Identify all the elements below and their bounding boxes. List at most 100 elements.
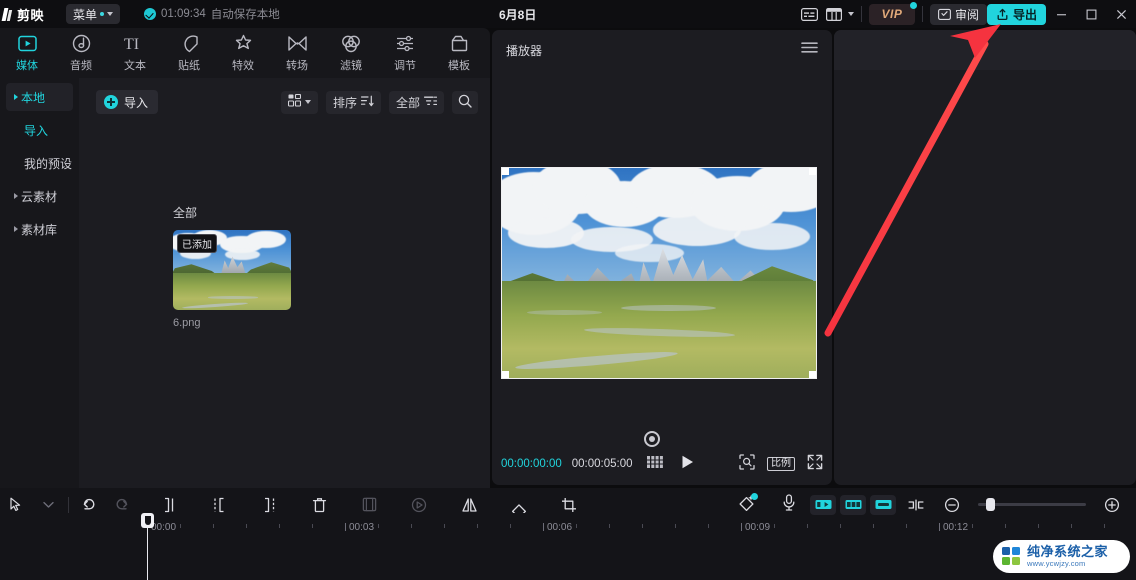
mirror-icon[interactable] xyxy=(453,488,485,521)
ruler-label: 00:12 xyxy=(943,522,969,533)
zoom-in-icon[interactable] xyxy=(1096,488,1128,521)
tab-effects[interactable]: 特效 xyxy=(216,28,270,78)
app-logo: 剪映 xyxy=(0,5,62,24)
filter-button[interactable]: 全部 xyxy=(388,90,444,114)
minimize-button[interactable] xyxy=(1046,0,1076,28)
menu-button[interactable]: 菜单 xyxy=(66,4,121,24)
resize-handle-tr[interactable] xyxy=(809,168,816,175)
chevron-down-icon[interactable] xyxy=(32,488,64,521)
resize-handle-br[interactable] xyxy=(809,371,816,378)
auto-caption-icon[interactable] xyxy=(738,492,758,516)
preview-canvas[interactable] xyxy=(501,167,817,379)
microphone-icon[interactable] xyxy=(782,493,796,516)
app-name: 剪映 xyxy=(17,7,45,23)
export-label: 导出 xyxy=(1012,7,1037,22)
play-icon[interactable] xyxy=(681,455,694,474)
trim-start-icon[interactable] xyxy=(203,488,235,521)
ratio-button[interactable]: 比例 xyxy=(767,457,795,471)
tab-filter[interactable]: 滤镜 xyxy=(324,28,378,78)
watermark-url: www.ycwjzy.com xyxy=(1027,559,1086,569)
media-item[interactable]: 已添加 6.png xyxy=(173,230,291,329)
delete-icon[interactable] xyxy=(303,488,335,521)
filter-icon xyxy=(423,95,438,110)
playhead[interactable] xyxy=(141,513,154,580)
right-panel-header xyxy=(834,30,1136,70)
app-logo-icon xyxy=(2,8,13,21)
layout-icon[interactable] xyxy=(822,4,846,24)
crop-frame-icon[interactable] xyxy=(353,488,385,521)
grid-view-button[interactable] xyxy=(280,90,318,114)
media-thumbnail[interactable]: 已添加 xyxy=(173,230,291,310)
tab-label: 文本 xyxy=(124,59,146,72)
player-controls: 00:00:00:00 00:00:05:00 比例 xyxy=(492,451,832,477)
tab-media[interactable]: 媒体 xyxy=(0,28,54,78)
tab-label: 音频 xyxy=(70,59,92,72)
watermark-logo-icon xyxy=(1002,546,1022,567)
tab-text[interactable]: TI 文本 xyxy=(108,28,162,78)
review-button[interactable]: 审阅 xyxy=(929,3,987,25)
sidebar-item-local[interactable]: 本地 xyxy=(6,83,73,111)
resize-handle-bl[interactable] xyxy=(502,371,509,378)
zoom-slider-handle[interactable] xyxy=(986,498,995,511)
resize-handle-tl[interactable] xyxy=(502,168,509,175)
tab-template[interactable]: 模板 xyxy=(432,28,486,78)
keyframe-out-icon[interactable] xyxy=(870,494,896,515)
autosave-label: 自动保存本地 xyxy=(210,9,280,21)
tab-sticker[interactable]: 贴纸 xyxy=(162,28,216,78)
maximize-button[interactable] xyxy=(1076,0,1106,28)
import-button[interactable]: 导入 xyxy=(96,90,159,114)
cursor-icon[interactable] xyxy=(0,488,32,521)
frames-icon[interactable] xyxy=(646,455,663,473)
fullscreen-icon[interactable] xyxy=(807,454,823,475)
ruler-label: 00:00 xyxy=(151,522,177,533)
autosave-time: 01:09:34 xyxy=(161,8,206,20)
grid-view-icon xyxy=(287,93,302,110)
preview-image xyxy=(502,168,816,378)
search-icon xyxy=(458,94,472,111)
sidebar-item-asset-library[interactable]: 素材库 xyxy=(6,215,73,243)
template-icon xyxy=(450,34,469,54)
focus-icon[interactable] xyxy=(739,453,755,475)
crop-icon[interactable] xyxy=(553,488,585,521)
sidebar-item-my-presets[interactable]: 我的预设 xyxy=(6,149,73,177)
undo-icon[interactable] xyxy=(73,488,105,521)
tab-adjust[interactable]: 调节 xyxy=(378,28,432,78)
timeline-ruler[interactable]: 00:00 00:03 00:06 00:09 00:12 xyxy=(0,521,1136,543)
new-feature-dot xyxy=(751,492,758,500)
tab-label: 调节 xyxy=(394,59,416,72)
divider xyxy=(68,496,69,513)
keyframe-mid-icon[interactable] xyxy=(840,494,866,515)
snap-icon[interactable] xyxy=(900,488,932,521)
layout-chevron-down-icon[interactable] xyxy=(847,12,854,16)
tab-label: 滤镜 xyxy=(340,59,362,72)
playhead-handle[interactable] xyxy=(141,513,154,528)
redo-icon[interactable] xyxy=(105,488,137,521)
menu-notification-dot xyxy=(100,12,105,16)
hamburger-icon[interactable] xyxy=(801,41,818,59)
vip-button[interactable]: VIP xyxy=(868,1,917,25)
speed-icon[interactable] xyxy=(403,488,435,521)
player-right-controls: 比例 xyxy=(739,453,823,475)
project-title: 6月8日 xyxy=(499,8,537,22)
zoom-out-icon[interactable] xyxy=(936,488,968,521)
reset-position-icon[interactable] xyxy=(644,431,660,447)
timeline-zoom-slider[interactable] xyxy=(978,498,1086,511)
sort-button[interactable]: 排序 xyxy=(325,90,381,114)
search-button[interactable] xyxy=(452,90,478,114)
sidebar-item-cloud-assets[interactable]: 云素材 xyxy=(6,182,73,210)
caption-icon[interactable] xyxy=(798,4,822,24)
keyframe-in-icon[interactable] xyxy=(810,494,836,515)
ruler-label: 00:09 xyxy=(745,522,771,533)
rotate-icon[interactable] xyxy=(503,488,535,521)
split-left-icon[interactable] xyxy=(153,488,185,521)
sidebar-item-import[interactable]: 导入 xyxy=(6,116,73,144)
chevron-down-icon xyxy=(304,100,311,104)
tab-audio[interactable]: 音频 xyxy=(54,28,108,78)
export-button[interactable]: 导出 xyxy=(986,3,1046,25)
current-timecode: 00:00:00:00 xyxy=(501,458,562,470)
expand-triangle-icon xyxy=(14,94,18,100)
jianying-app-window: 剪映 菜单 01:09:34 自动保存本地 6月8日 VIP 审阅 导出 媒体 … xyxy=(0,0,1136,580)
close-button[interactable] xyxy=(1106,0,1136,28)
tab-transition[interactable]: 转场 xyxy=(270,28,324,78)
trim-end-icon[interactable] xyxy=(253,488,285,521)
